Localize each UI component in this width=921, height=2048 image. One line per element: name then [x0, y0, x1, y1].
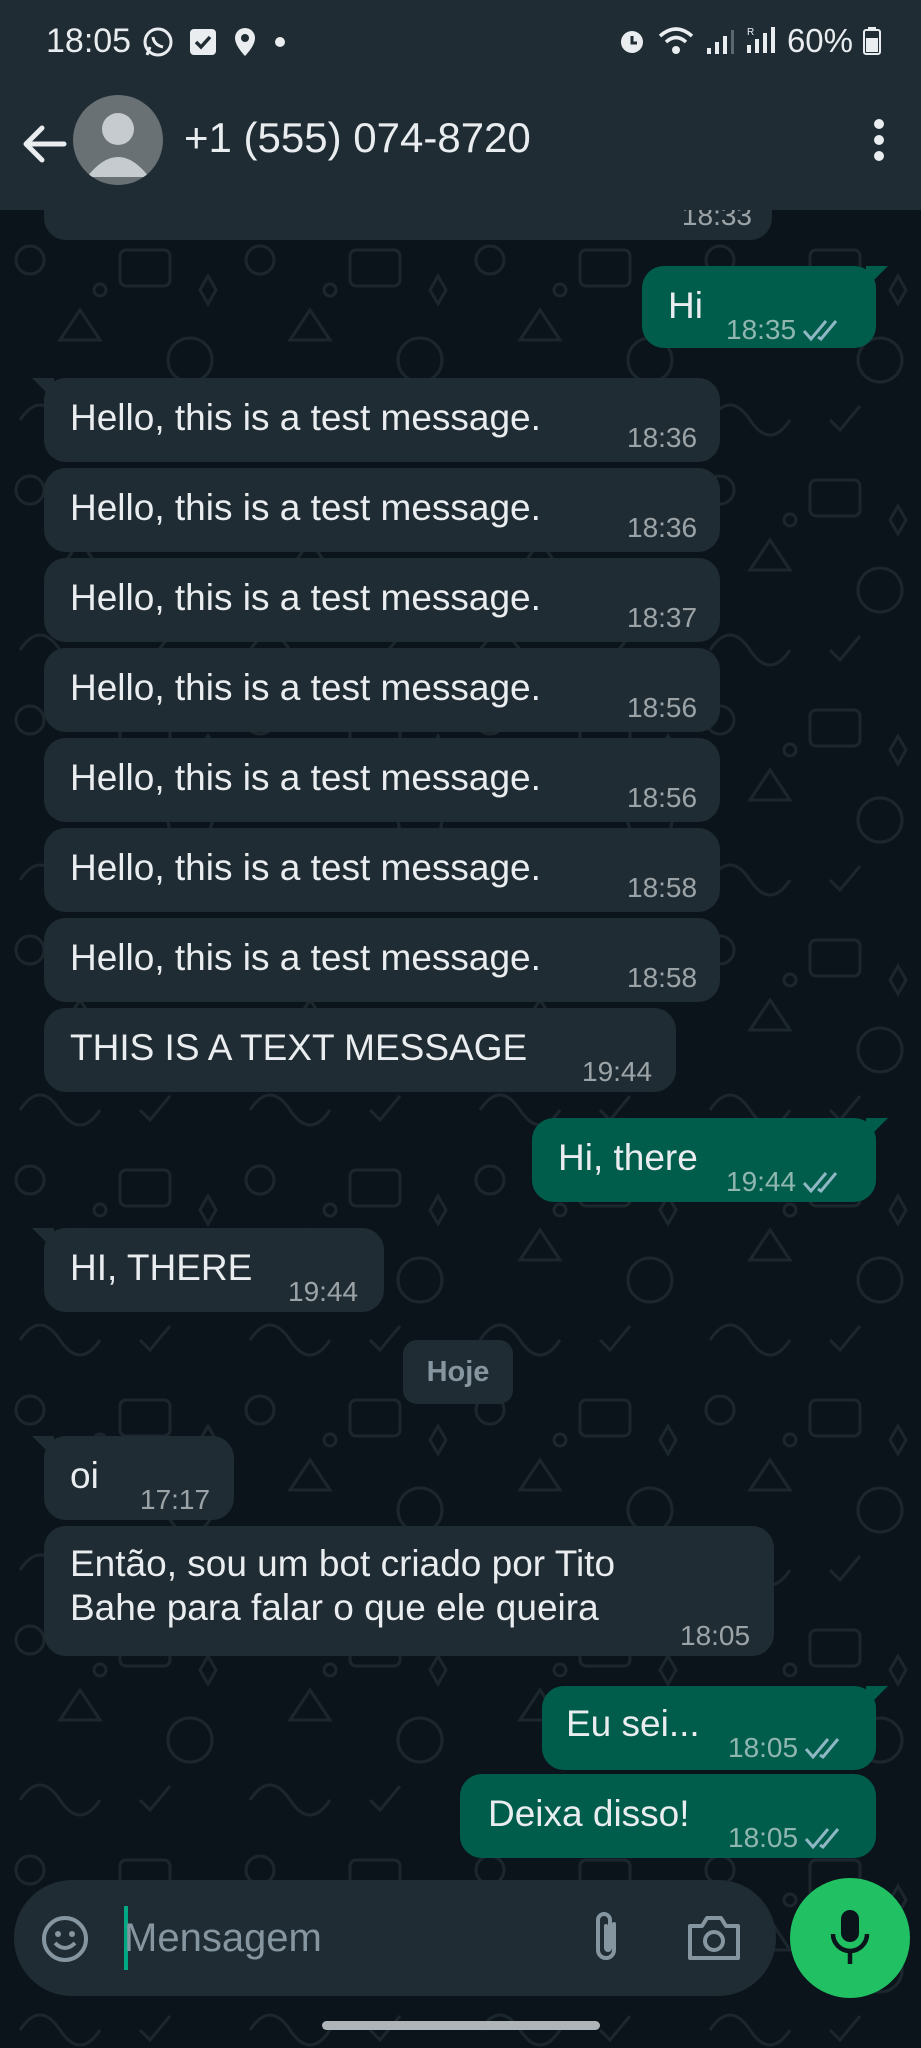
bubble-tail [32, 378, 54, 400]
message-text-line-2: Bahe para falar o que ele queira [70, 1587, 599, 1628]
message-time: 18:36 [627, 512, 698, 543]
message-bubble-outgoing[interactable]: Deixa disso! 18:05 [460, 1774, 876, 1858]
message-time: 18:56 [627, 692, 698, 723]
message-time: 18:58 [627, 872, 698, 903]
message-text: THIS IS A TEXT MESSAGE [70, 1027, 528, 1068]
message-text: Hi, there [558, 1137, 698, 1178]
message-time: 18:58 [627, 962, 698, 993]
status-time: 18:05 [46, 22, 132, 60]
message-bubble-incoming[interactable]: Hello, this is a test message. 18:36 [32, 378, 720, 462]
message-time: 18:35 [726, 314, 797, 345]
message-time: 19:44 [726, 1166, 797, 1197]
message-time: 18:37 [627, 602, 698, 633]
message-bubble-incoming[interactable]: Então, sou um bot criado por Tito Bahe p… [44, 1526, 774, 1656]
message-text: Hello, this is a test message. [70, 667, 541, 708]
battery-percentage: 60% [786, 22, 853, 59]
emoji-icon[interactable] [40, 1914, 90, 1964]
location-icon [235, 28, 255, 56]
dot-icon [275, 37, 285, 47]
home-indicator[interactable] [322, 2021, 600, 2030]
message-time: 18:05 [728, 1822, 799, 1853]
bubble-tail [866, 266, 888, 288]
battery-icon [863, 27, 881, 55]
message-input[interactable] [124, 1906, 584, 1970]
message-bubble-outgoing[interactable]: Hi, there 19:44 [532, 1118, 888, 1204]
bubble-tail [32, 1228, 54, 1250]
message-text: Hi [668, 285, 703, 326]
message-time: 18:36 [627, 422, 698, 453]
message-time: 18:56 [627, 782, 698, 813]
message-text: Hello, this is a test message. [70, 757, 541, 798]
message-bubble-incoming[interactable]: THIS IS A TEXT MESSAGE 19:44 [44, 1008, 676, 1092]
message-time: 17:17 [140, 1484, 211, 1515]
double-check-read-icon [802, 320, 838, 342]
svg-text:R: R [747, 27, 754, 38]
day-separator: Hoje [403, 1340, 513, 1404]
message-meta: 18:35 [726, 308, 846, 352]
message-time: 19:44 [288, 1276, 359, 1307]
double-check-read-icon [804, 1738, 840, 1760]
bubble-tail [32, 1436, 54, 1458]
message-meta: 18:05 [728, 1816, 848, 1860]
message-bubble-incoming[interactable]: Hello, this is a test message. 18:36 [44, 468, 720, 552]
back-arrow-icon[interactable] [16, 116, 72, 172]
contact-avatar[interactable] [73, 95, 163, 185]
paperclip-icon[interactable] [584, 1908, 630, 1968]
message-bubble-incoming[interactable]: HI, THERE 19:44 [32, 1228, 384, 1312]
wifi-icon [658, 27, 694, 54]
double-check-read-icon [802, 1172, 838, 1194]
message-bubble-incoming[interactable]: Hello, this is a test message. 18:37 [44, 558, 720, 642]
whatsapp-icon [143, 27, 173, 57]
bubble-tail [866, 1686, 888, 1708]
microphone-icon [830, 1910, 870, 1964]
bubble-tail [866, 1118, 888, 1140]
alarm-icon [620, 31, 643, 53]
roaming-signal-icon: R [746, 27, 775, 53]
message-meta: 19:44 [726, 1160, 846, 1204]
message-bubble-outgoing[interactable]: Eu sei... 18:05 [542, 1686, 888, 1770]
contact-name[interactable]: +1 (555) 074-8720 [184, 114, 531, 162]
message-text: Deixa disso! [488, 1793, 690, 1834]
camera-icon[interactable] [686, 1912, 742, 1964]
message-text: HI, THERE [70, 1247, 253, 1288]
message-bubble-incoming[interactable]: oi 17:17 [32, 1436, 234, 1520]
message-bubble-incoming[interactable]: Hello, this is a test message. 18:56 [44, 648, 720, 732]
message-text: Hello, this is a test message. [70, 397, 541, 438]
message-text: oi [70, 1455, 99, 1496]
double-check-read-icon [804, 1828, 840, 1850]
voice-message-button[interactable] [790, 1878, 910, 1998]
checkbox-notification-icon [190, 29, 216, 55]
message-time: 19:44 [582, 1056, 653, 1087]
message-bubble-incoming[interactable]: Hello, this is a test message. 18:56 [44, 738, 720, 822]
message-bubble-outgoing[interactable]: Hi 18:35 [642, 266, 888, 348]
message-composer [14, 1880, 776, 1996]
message-text: Hello, this is a test message. [70, 937, 541, 978]
message-text-line-1: Então, sou um bot criado por Tito [70, 1543, 616, 1584]
message-time: 18:05 [680, 1620, 751, 1651]
message-text: Hello, this is a test message. [70, 487, 541, 528]
status-system-icons: R 60% [617, 22, 881, 60]
status-notification-icons [142, 26, 288, 58]
signal-icon [706, 30, 734, 54]
more-vert-icon[interactable] [867, 118, 891, 162]
message-text: Eu sei... [566, 1703, 700, 1744]
message-time: 18:05 [728, 1732, 799, 1763]
message-meta: 18:05 [728, 1726, 848, 1770]
message-bubble-incoming[interactable]: Hello, this is a test message. 18:58 [44, 828, 720, 912]
status-bar: 18:05 R 60% [0, 0, 921, 84]
message-text: Hello, this is a test message. [70, 577, 541, 618]
avatar-person-icon [87, 113, 149, 177]
message-bubble-incoming[interactable]: Hello, this is a test message. 18:58 [44, 918, 720, 1002]
message-text: Hello, this is a test message. [70, 847, 541, 888]
